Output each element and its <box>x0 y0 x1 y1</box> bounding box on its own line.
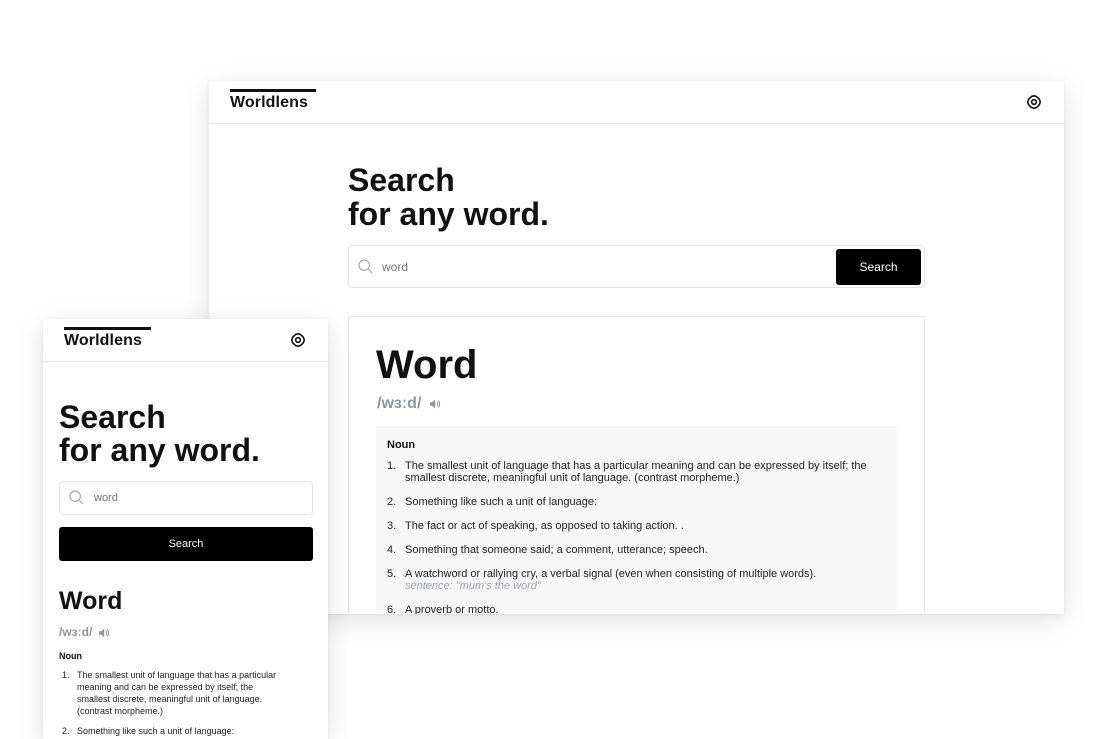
mobile-header: Worldlens <box>43 319 328 362</box>
phonetic-text: /wɜːd/ <box>377 395 422 412</box>
phonetic-row: /wɜːd/ <box>377 395 441 413</box>
definition-item: 1. The smallest unit of language that ha… <box>387 460 869 484</box>
title-line-1: Search <box>348 162 455 198</box>
logo-text: Worldlens <box>64 332 142 349</box>
search-icon <box>358 259 373 274</box>
search-input[interactable] <box>382 258 822 276</box>
definitions-list: 1. The smallest unit of language that ha… <box>62 669 278 739</box>
result-word: Word <box>59 587 123 615</box>
logo[interactable]: Worldlens <box>64 327 151 350</box>
speaker-icon[interactable] <box>429 398 441 410</box>
search-bar: Search <box>348 245 925 288</box>
page-title: Search for any word. <box>348 163 549 231</box>
title-line-1: Search <box>59 399 166 435</box>
definition-item: 2. Something like such a unit of languag… <box>387 496 869 508</box>
definition-number: 5. <box>387 568 397 580</box>
part-of-speech: Noun <box>59 651 82 661</box>
definition-text: A watchword or rallying cry, a verbal si… <box>405 568 817 580</box>
page-title: Search for any word. <box>59 401 260 467</box>
search-button[interactable]: Search <box>836 249 921 285</box>
definition-number: 2. <box>387 496 397 508</box>
logo-text: Worldlens <box>230 94 308 111</box>
definition-item: 3. The fact or act of speaking, as oppos… <box>387 520 869 532</box>
definition-text: Something like such a unit of language: <box>405 496 598 508</box>
definition-text: A proverb or motto. <box>405 604 499 614</box>
search-input[interactable] <box>94 490 294 506</box>
definition-item: 1. The smallest unit of language that ha… <box>62 669 278 717</box>
search-icon <box>69 490 84 505</box>
definitions-panel: Noun 1. The smallest unit of language th… <box>376 426 897 614</box>
definition-number: 1. <box>62 670 70 680</box>
definition-text: The fact or act of speaking, as opposed … <box>405 520 684 532</box>
title-line-2: for any word. <box>59 432 260 468</box>
logo-bar <box>230 89 316 92</box>
definition-item: 4. Something that someone said; a commen… <box>387 544 869 556</box>
definition-number: 4. <box>387 544 397 556</box>
part-of-speech: Noun <box>387 439 416 451</box>
definitions-list: 1. The smallest unit of language that ha… <box>387 460 869 614</box>
gear-icon[interactable] <box>1025 93 1043 111</box>
mobile-window: Worldlens Search for any word. Search Wo… <box>43 319 328 739</box>
logo[interactable]: Worldlens <box>230 89 316 112</box>
result-card: Word /wɜːd/ Noun 1. The smallest unit of… <box>348 316 925 614</box>
logo-bar <box>64 327 151 330</box>
gear-icon[interactable] <box>289 331 307 349</box>
desktop-window: Worldlens Search for any word. Search Wo… <box>209 81 1064 614</box>
phonetic-row: /wɜːd/ <box>59 625 110 639</box>
definition-number: 3. <box>387 520 397 532</box>
definition-text: Something that someone said; a comment, … <box>405 544 708 556</box>
definition-item: 6. A proverb or motto. <box>387 604 869 614</box>
definition-text: The smallest unit of language that has a… <box>77 670 277 716</box>
definition-example: sentence: "mum's the word" <box>405 580 541 592</box>
definition-number: 6. <box>387 604 397 614</box>
search-bar <box>59 481 313 515</box>
phonetic-text: /wɜːd/ <box>59 625 93 639</box>
definition-item: 5. A watchword or rallying cry, a verbal… <box>387 568 869 592</box>
desktop-header: Worldlens <box>209 81 1064 124</box>
definition-item: 2. Something like such a unit of languag… <box>62 725 278 737</box>
definition-number: 1. <box>387 460 397 472</box>
definition-text: Something like such a unit of language: <box>77 726 235 736</box>
definition-number: 2. <box>62 726 70 736</box>
result-word: Word <box>376 343 478 387</box>
definition-text: The smallest unit of language that has a… <box>405 460 867 484</box>
speaker-icon[interactable] <box>98 627 110 639</box>
title-line-2: for any word. <box>348 196 549 232</box>
search-button[interactable]: Search <box>59 527 313 561</box>
